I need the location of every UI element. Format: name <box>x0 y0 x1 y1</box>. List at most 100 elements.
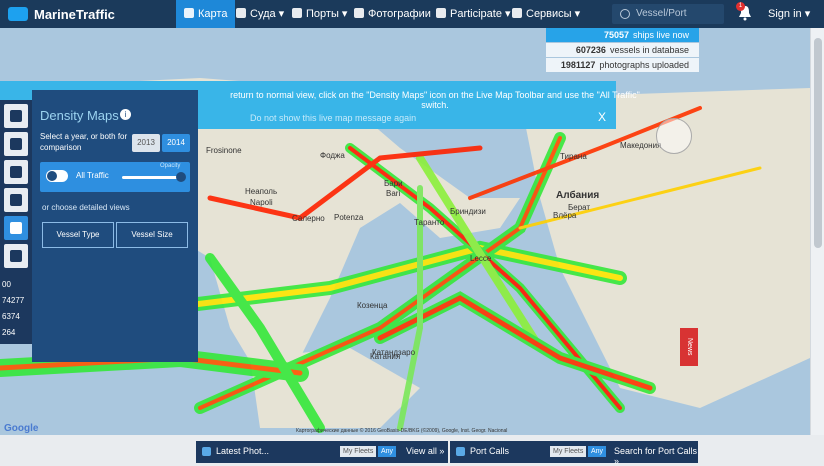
stat-photos-value: 1981127 <box>560 60 596 70</box>
ports-any-toggle[interactable]: Any <box>588 446 607 457</box>
map-label-vlora: Влёра <box>553 211 577 220</box>
nav-map[interactable]: Карта <box>176 0 236 28</box>
map-label-macedonia: Македония <box>620 141 661 150</box>
opacity-slider[interactable] <box>122 176 184 179</box>
year-2013-button[interactable]: 2013 <box>132 134 160 152</box>
search-icon <box>10 110 22 122</box>
logo-icon <box>8 7 28 21</box>
panel-title: Density Maps <box>40 108 119 123</box>
vessel-type-button[interactable]: Vessel Type <box>42 222 114 248</box>
panel-subtitle: Select a year, or both for comparison <box>40 132 128 152</box>
nav-ports[interactable]: Порты ▾ <box>284 0 355 28</box>
toolbar-fullscreen-button[interactable] <box>4 244 28 268</box>
port-calls-icon <box>456 447 465 456</box>
all-traffic-toggle[interactable] <box>46 170 68 182</box>
toolbar-filter-button[interactable] <box>4 132 28 156</box>
refresh-icon <box>436 8 446 18</box>
toolbar-stat-vessels: 74277 <box>2 296 25 305</box>
map-label-albania: Албания <box>556 189 599 201</box>
nav-services-label: Сервисы <box>526 8 572 20</box>
globe-icon <box>184 8 194 18</box>
app-title: MarineTraffic <box>34 6 115 22</box>
signin-label: Sign in <box>768 8 802 20</box>
map-label-frosinone: Frosinone <box>206 146 242 155</box>
map-label-napoli: Napoli <box>250 198 273 207</box>
nav-photos-label: Фотографии <box>368 8 431 20</box>
toolbar-layers-button[interactable] <box>4 188 28 212</box>
camera-icon <box>202 447 211 456</box>
toolbar-stat-refresh: 00 <box>2 280 11 289</box>
map-label-potenza: Potenza <box>334 213 364 222</box>
port-calls-title: Port Calls <box>470 446 510 456</box>
toolbar-search-button[interactable] <box>4 104 28 128</box>
map-label-bari-ru: Бари <box>384 179 403 188</box>
map-label-salerno: Салерно <box>292 214 325 223</box>
density-maps-panel: Density Maps i Select a year, or both fo… <box>32 90 198 362</box>
filter-icon <box>10 138 22 150</box>
vessel-size-button[interactable]: Vessel Size <box>116 222 188 248</box>
scroll-thumb[interactable] <box>814 38 822 248</box>
stat-ships-live-label: ships live now <box>632 30 689 40</box>
pan-control[interactable] <box>656 118 692 154</box>
map-toolbar: 00 74277 6374 264 <box>0 100 32 344</box>
map-label-cosenza: Козенца <box>357 301 388 310</box>
banner-close-button[interactable]: X <box>598 110 606 124</box>
nav-ports-label: Порты <box>306 8 339 20</box>
toolbar-stat-views: 264 <box>2 328 16 337</box>
all-traffic-label: All Traffic <box>76 171 109 180</box>
gear-icon <box>512 8 522 18</box>
search-port-calls-link[interactable]: Search for Port Calls » <box>614 446 698 466</box>
google-logo: Google <box>4 423 39 434</box>
nav-map-label: Карта <box>198 8 228 20</box>
search-placeholder: Vessel/Port <box>636 8 687 19</box>
nav-vessels[interactable]: Суда ▾ <box>228 0 292 28</box>
stat-ships-live-value: 75057 <box>603 30 629 40</box>
view-all-link[interactable]: View all » <box>406 446 444 456</box>
photos-my-fleets-toggle[interactable]: My Fleets <box>340 446 377 457</box>
info-icon[interactable]: i <box>120 109 131 120</box>
search-icon <box>620 9 630 19</box>
latest-photos-title: Latest Phot... <box>216 446 270 456</box>
map-label-neapol: Неаполь <box>245 187 277 196</box>
banner-dismiss-link[interactable]: Do not show this live map message again <box>250 113 416 123</box>
all-traffic-row: All Traffic Opacity <box>40 162 190 192</box>
top-navbar: MarineTraffic Карта Суда ▾ Порты ▾ Фотог… <box>0 0 824 28</box>
ports-my-fleets-toggle[interactable]: My Fleets <box>550 446 587 457</box>
toolbar-density-button[interactable] <box>4 216 28 240</box>
stat-vessels-db-label: vessels in database <box>609 45 689 55</box>
camera-icon <box>354 8 364 18</box>
map-label-tirana: Тирана <box>560 152 587 161</box>
stats-box: 75057 ships live now 607236 vessels in dat… <box>546 28 699 72</box>
stat-vessels-db-value: 607236 <box>575 45 606 55</box>
banner-text: return to normal view, click on the "Den… <box>230 90 640 110</box>
toolbar-fleet-button[interactable] <box>4 160 28 184</box>
map-label-bari: Bari <box>386 189 400 198</box>
stat-photos-label: photographs uploaded <box>599 60 689 70</box>
ship-icon <box>236 8 246 18</box>
toggle-knob <box>47 171 57 181</box>
signin-button[interactable]: Sign in ▾ <box>768 7 810 20</box>
stat-ships-live: 75057 ships live now <box>546 28 699 42</box>
news-tab[interactable]: News <box>680 328 698 366</box>
search-input[interactable]: Vessel/Port <box>612 4 724 24</box>
stat-photos: 1981127 photographs uploaded <box>546 58 699 72</box>
nav-photos[interactable]: Фотографии <box>346 0 439 28</box>
latest-photos-bar[interactable]: Latest Phot... My Fleets Any View all » <box>196 441 448 463</box>
year-2014-button[interactable]: 2014 <box>162 134 190 152</box>
choose-views-label: or choose detailed views <box>42 203 130 212</box>
nav-services[interactable]: Сервисы ▾ <box>504 0 588 28</box>
marinetraffic-logo[interactable]: MarineTraffic <box>8 6 115 22</box>
map-label-brindisi: Бриндизи <box>450 207 486 216</box>
map-label-lecce: Lecce <box>470 254 492 263</box>
map-label-foggia: Фоджа <box>320 151 345 160</box>
stat-vessels-db: 607236 vessels in database <box>546 43 699 57</box>
notification-badge: 1 <box>736 2 745 11</box>
map-label-taranto: Таранто <box>414 218 445 227</box>
toolbar-stat-ports: 6374 <box>2 312 20 321</box>
map-attribution: Картографические данные © 2016 GeoBasis-… <box>296 428 508 434</box>
nav-participate-label: Participate <box>450 8 502 20</box>
page-scrollbar[interactable] <box>810 28 824 435</box>
port-calls-bar[interactable]: Port Calls My Fleets Any Search for Port… <box>450 441 698 466</box>
opacity-slider-handle[interactable] <box>176 172 186 182</box>
photos-any-toggle[interactable]: Any <box>378 446 397 457</box>
